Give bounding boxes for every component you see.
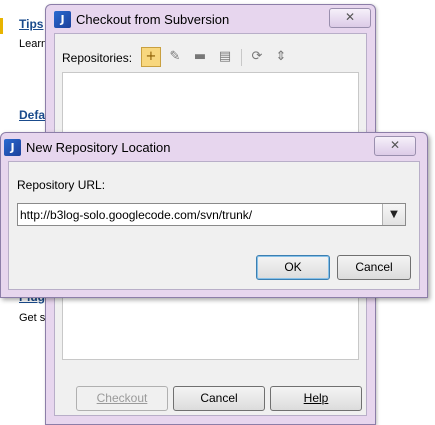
dialog-title: New Repository Location [26,140,171,155]
dialog-cancel-button[interactable]: Cancel [337,255,411,280]
new-repository-dialog: J New Repository Location ✕ Repository U… [0,132,428,298]
ok-button[interactable]: OK [256,255,330,280]
help-button-label: Help [303,391,329,405]
help-button[interactable]: Help [270,386,362,411]
checkout-button[interactable]: Checkout [76,386,168,411]
repositories-label: Repositories: [62,51,133,65]
repository-url-label: Repository URL: [17,178,106,192]
ok-button-label: OK [284,260,302,274]
repository-url-input[interactable] [18,204,380,225]
edit-icon[interactable]: ✎ [165,47,185,67]
tips-description: Learn [19,38,48,50]
refresh-icon[interactable]: ⟳ [247,47,267,67]
checkout-button-label: Checkout [96,391,148,405]
plugins-description: Get st [19,312,49,324]
browse-icon[interactable]: ▤ [215,47,235,67]
dialog-close-icon[interactable]: ✕ [374,136,416,156]
dialog-client-area: Repository URL: ▼ OK Cancel [8,161,420,290]
checkout-cancel-button[interactable]: Cancel [173,386,265,411]
intellij-app-icon: J [54,11,71,28]
defaults-link[interactable]: Defa [19,108,45,122]
checkout-cancel-label: Cancel [200,391,238,405]
dialog-app-icon: J [4,139,21,156]
checkout-window-title: Checkout from Subversion [76,12,230,27]
repository-url-combobox[interactable]: ▼ [17,203,406,226]
dialog-titlebar[interactable]: J New Repository Location ✕ [1,133,427,161]
checkout-titlebar[interactable]: J Checkout from Subversion ✕ [46,5,375,33]
tip-icon [0,18,3,34]
dropdown-arrow-icon[interactable]: ▼ [382,204,405,225]
add-icon[interactable]: + [141,47,161,67]
remove-icon[interactable]: ▬ [190,47,210,67]
tips-link[interactable]: Tips [19,17,43,31]
toolbar-separator [241,49,242,66]
collapse-icon[interactable]: ⇕ [271,47,291,67]
dialog-cancel-label: Cancel [355,260,393,274]
checkout-close-icon[interactable]: ✕ [329,8,371,28]
